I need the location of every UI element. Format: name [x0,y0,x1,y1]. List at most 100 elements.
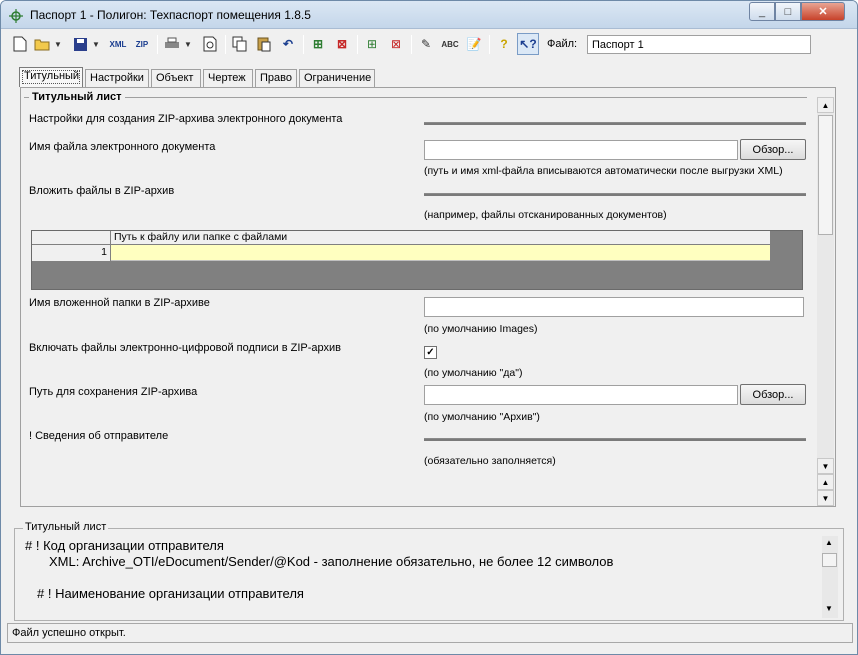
delete-row-icon: ⊠ [336,37,348,51]
attach-files-divider [424,193,806,196]
arrow-up-icon: ▲ [821,100,830,110]
delete-row-button[interactable]: ⊠ [331,33,353,55]
arrow-down-icon: ▼ [821,493,830,503]
scroll-thumb[interactable] [818,115,833,235]
print-preview-icon [203,36,217,52]
grid-path-cell[interactable] [111,245,770,261]
title-bar: Паспорт 1 - Полигон: Техпаспорт помещени… [1,1,857,29]
add-node-button[interactable]: ⊞ [361,33,383,55]
attach-files-hint: (например, файлы отсканированных докумен… [424,209,667,221]
copy-icon [232,36,247,52]
minimize-button[interactable]: _ [749,2,775,21]
chevron-down-icon: ▼ [54,39,62,49]
open-button[interactable] [31,33,53,55]
document-edit-icon: 📝 [466,37,482,51]
folder-name-label: Имя вложенной папки в ZIP-архиве [29,297,210,309]
status-bar: Файл успешно открыт. [7,623,853,643]
save-path-browse-button[interactable]: Обзор... [740,384,806,405]
scroll-down-button[interactable]: ▼ [817,458,834,474]
scroll-page-up-button[interactable]: ▲ [817,474,834,490]
context-help-button[interactable]: ↖? [517,33,539,55]
help-button[interactable]: ? [493,33,515,55]
status-text: Файл успешно открыт. [12,627,126,639]
open-dropdown-button[interactable]: ▼ [53,33,63,55]
app-logo-icon [9,9,23,23]
toolbar-separator [357,35,358,54]
title-page-group: Титульный лист Настройки для создания ZI… [24,91,807,507]
folder-name-input[interactable] [424,297,804,317]
toolbar-separator [411,35,412,54]
sender-hint: (обязательно заполняется) [424,455,556,467]
close-button[interactable]: ✕ [801,2,845,21]
print-dropdown-button[interactable]: ▼ [183,33,193,55]
tab-title-page[interactable]: Титульный [19,67,83,87]
copy-button[interactable] [229,33,251,55]
maximize-button[interactable]: □ [775,2,801,21]
app-window: Паспорт 1 - Полигон: Техпаспорт помещени… [0,0,858,655]
new-document-button[interactable] [9,33,31,55]
help-scroll-thumb[interactable] [822,553,837,567]
save-path-label: Путь для сохранения ZIP-архива [29,386,198,398]
paste-button[interactable] [253,33,275,55]
print-preview-button[interactable] [199,33,221,55]
title-page-panel: Титульный лист Настройки для создания ZI… [20,87,836,507]
undo-button[interactable]: ↶ [277,33,299,55]
arrow-down-icon: ▼ [821,461,830,471]
help-scrollbar[interactable]: ▲ ▼ [822,536,838,618]
spellcheck-icon: ABC [441,39,459,49]
grid-column-header[interactable]: Путь к файлу или папке с файлами [111,231,770,245]
toolbar-separator [225,35,226,54]
tab-settings[interactable]: Настройки [85,69,149,87]
group-title: Титульный лист [29,91,125,103]
edit-button[interactable]: ✎ [415,33,437,55]
spellcheck-button[interactable]: ABC [439,33,461,55]
help-panel: Титульный лист # ! Код организации отпра… [14,521,844,621]
xml-icon: XML [109,39,127,49]
add-row-button[interactable]: ⊞ [307,33,329,55]
delete-node-button[interactable]: ⊠ [385,33,407,55]
save-button[interactable] [69,33,91,55]
save-path-input[interactable] [424,385,738,405]
doc-file-browse-button[interactable]: Обзор... [740,139,806,160]
tab-right[interactable]: Право [255,69,297,87]
print-button[interactable] [161,33,183,55]
printer-icon [165,37,179,48]
doc-file-input[interactable] [424,140,738,160]
save-dropdown-button[interactable]: ▼ [91,33,101,55]
scroll-page-down-button[interactable]: ▼ [817,490,834,506]
chevron-down-icon: ▼ [184,39,192,49]
export-zip-button[interactable]: ZIP [131,33,153,55]
zip-icon: ZIP [135,39,149,49]
chevron-down-icon: ▼ [92,39,100,49]
delete-node-icon: ⊠ [390,37,402,51]
export-xml-button[interactable]: XML [107,33,129,55]
window-title: Паспорт 1 - Полигон: Техпаспорт помещени… [30,8,311,22]
grid-corner [32,231,111,245]
save-disk-icon [73,37,87,51]
arrow-down-icon[interactable]: ▼ [825,604,833,613]
help-text-area[interactable]: # ! Код организации отправителя XML: Arc… [23,536,841,618]
signature-label: Включать файлы электронно-цифровой подпи… [29,342,341,354]
tab-drawing[interactable]: Чертеж [203,69,253,87]
toolbar: ▼ ▼ XML ZIP ▼ ↶ ⊞ ⊠ ⊞ ⊠ ✎ ABC 📝 ? ↖? Фай… [7,33,853,57]
add-row-icon: ⊞ [312,37,324,51]
sender-divider [424,438,806,441]
tab-object[interactable]: Объект [151,69,201,87]
help-line: # ! Наименование организации отправителя [37,586,304,601]
panel-scrollbar[interactable]: ▲ ▼ ▲ ▼ [817,97,834,506]
scroll-up-button[interactable]: ▲ [817,97,834,113]
file-name-input[interactable] [587,35,811,54]
folder-name-hint: (по умолчанию Images) [424,323,538,335]
doc-file-label: Имя файла электронного документа [29,141,216,153]
signature-hint: (по умолчанию "да") [424,367,523,379]
signature-checkbox[interactable]: ✓ [424,346,437,359]
arrow-up-icon[interactable]: ▲ [825,538,833,547]
sender-label: ! Сведения об отправителе [29,430,169,442]
file-label: Файл: [547,38,578,50]
document-button[interactable]: 📝 [463,33,485,55]
attach-files-label: Вложить файлы в ZIP-архив [29,185,175,197]
toolbar-separator [303,35,304,54]
help-line: # ! Код организации отправителя [25,538,224,553]
tab-restriction[interactable]: Ограничение [299,69,375,87]
checkmark-icon: ✓ [426,347,435,358]
